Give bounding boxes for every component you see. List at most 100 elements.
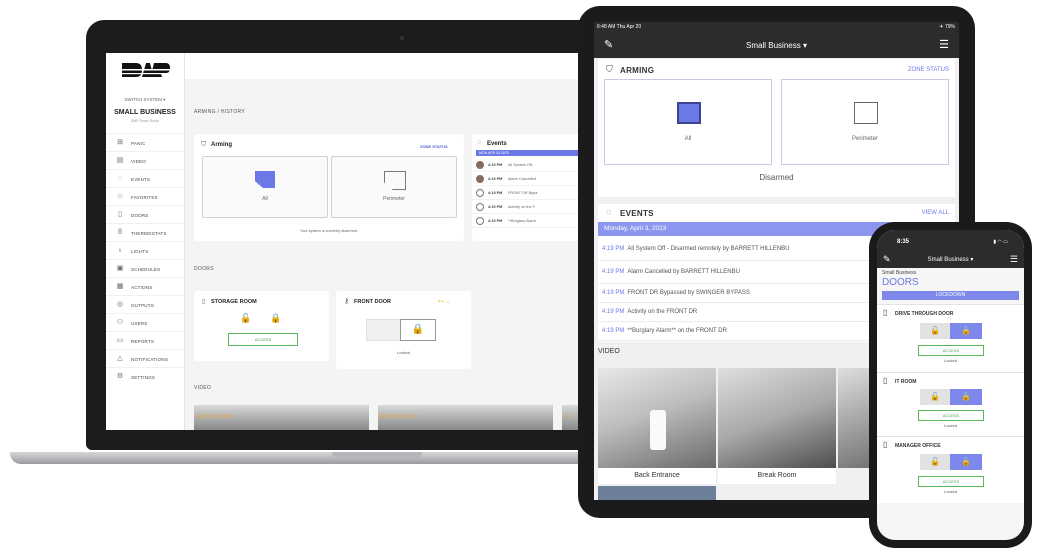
section-title-arming: ARMING / HISTORY [194, 109, 246, 115]
nav-item-users[interactable]: ⚇ USERS [106, 313, 184, 332]
nav-item-notifications[interactable]: △ NOTIFICATIONS [106, 349, 184, 368]
door-status: Locked [397, 350, 410, 355]
clock-icon [476, 188, 484, 197]
video-section-title: VIDEO [598, 348, 620, 355]
door-icon: ▯ [118, 211, 122, 218]
folder-icon: ▭ [116, 337, 124, 344]
avatar [476, 160, 484, 169]
door-title: IT ROOM [895, 379, 917, 385]
events-title: Events [487, 141, 507, 147]
arming-status: Disarmed [759, 173, 794, 182]
events-icon: ◌ [606, 207, 612, 217]
tile-label-all: All [262, 196, 268, 202]
arming-title: Arming [211, 142, 232, 148]
laptop-notch [332, 452, 422, 458]
camera-thumbnail[interactable] [598, 486, 716, 500]
phone-title[interactable]: Small Business ▾ [877, 256, 1024, 263]
zone-status-link[interactable]: ZONE STATUS [908, 67, 949, 73]
door-title: FRONT DOOR [354, 299, 391, 305]
door-status: Locked [944, 489, 957, 494]
view-all-link[interactable]: VIEW ALL [922, 210, 949, 216]
arm-perimeter-tile[interactable]: Perimeter [781, 79, 949, 165]
access-button[interactable]: ACCESS [918, 476, 984, 487]
zone-status-link[interactable]: ZONE STATUS [420, 144, 448, 149]
unlock-button[interactable] [366, 319, 402, 341]
video-thumbnail[interactable]: 6/20/23 14:59:13 [194, 405, 369, 430]
avatar [476, 174, 484, 183]
all-area-icon [255, 171, 275, 188]
unlock-icon[interactable]: 🔓 [240, 313, 251, 324]
nav-item-video[interactable]: ▤ VIDEO [106, 151, 184, 170]
nav-item-doors[interactable]: ▯ DOORS [106, 205, 184, 224]
door-card-drive-through: ▯ DRIVE THROUGH DOOR 🔓 🔒 ACCESS Locked [877, 304, 1024, 373]
tablet-status-bar: 6:48 AM Thu Apr 20 ✈ 79% [594, 22, 959, 34]
door-icon: ▯ [883, 376, 888, 385]
tablet-title[interactable]: Small Business ▾ [594, 41, 959, 50]
panic-icon: ⊞ [117, 139, 123, 146]
phone-screen: 8:35 ▮ ◠ ▭ ✎ Small Business ▾ ☰ Small Bu… [877, 230, 1024, 540]
nav-item-favorites[interactable]: ☆ FAVORITES [106, 187, 184, 206]
door-status: Locked [944, 423, 957, 428]
arming-title: ARMING [620, 66, 655, 75]
arm-all-tile[interactable]: All [604, 79, 772, 165]
door-icon: ▯ [883, 440, 888, 449]
gear-icon: ⚙ [116, 373, 124, 380]
camera-label: Back Entrance [598, 468, 716, 484]
dmp-logo [120, 59, 170, 81]
camera-break-room[interactable] [718, 368, 836, 468]
door-icon: ▯ [883, 308, 888, 317]
clock-icon [476, 216, 484, 225]
shield-icon: ⛉ [606, 64, 613, 74]
menu-icon[interactable]: ☰ [939, 38, 949, 51]
lock-button[interactable]: 🔒 [950, 454, 982, 470]
door-title: STORAGE ROOM [211, 299, 257, 305]
status-battery: ✈ 79% [939, 24, 955, 30]
arming-status-text: Your system is currently disarmed. [300, 229, 358, 233]
nav-item-events[interactable]: ◌ EVENTS [106, 169, 184, 188]
unlock-button[interactable]: 🔓 [920, 323, 950, 339]
sidebar: SWITCH SYSTEM ▾ SMALL BUSINESS DMP Demo … [106, 53, 185, 430]
unlock-button[interactable]: 🔓 [920, 389, 950, 405]
section-title-doors: DOORS [194, 266, 214, 272]
nav-item-lights[interactable]: ♁ LIGHTS [106, 241, 184, 260]
nav-item-schedules[interactable]: ▣ SCHEDULES [106, 259, 184, 278]
tile-label-all: All [684, 136, 692, 142]
arm-all-tile[interactable]: All [202, 156, 328, 218]
perimeter-area-icon [384, 171, 406, 190]
star-icon: ☆ [116, 193, 124, 200]
switch-system-button[interactable]: SWITCH SYSTEM ▾ [106, 97, 184, 103]
lock-button[interactable]: 🔒 [950, 323, 982, 339]
phone-subtitle: Small Business [882, 270, 917, 276]
events-icon: ◌ [477, 139, 482, 146]
perimeter-area-icon [854, 102, 878, 124]
door-card-storage-room: ▯ STORAGE ROOM 🔓 🔒 ACCESS [194, 291, 329, 361]
nav-item-settings[interactable]: ⚙ SETTINGS [106, 367, 184, 386]
nav-item-actions[interactable]: ▦ ACTIONS [106, 277, 184, 296]
nav-item-panic[interactable]: ⊞ PANIC [106, 133, 184, 152]
lockdown-button[interactable]: LOCKDOWN [882, 291, 1019, 300]
laptop-camera [400, 36, 404, 40]
events-title: EVENTS [620, 209, 654, 218]
access-button[interactable]: ACCESS [918, 345, 984, 356]
favorite-toggle-icon[interactable]: ⊷ ⌄ [438, 298, 451, 305]
arming-card: ⛉ Arming ZONE STATUS All Perimeter Your … [194, 134, 464, 241]
video-timestamp: 6/ [564, 414, 569, 420]
lock-button[interactable]: 🔒 [400, 319, 436, 341]
door-card-manager-office: ▯ MANAGER OFFICE 🔓 🔒 ACCESS Locked [877, 436, 1024, 503]
access-button[interactable]: ACCESS [918, 410, 984, 421]
light-icon: ♁ [117, 247, 123, 254]
arm-perimeter-tile[interactable]: Perimeter [331, 156, 457, 218]
nav-item-thermostats[interactable]: ȣ THERMOSTATS [106, 223, 184, 242]
video-thumbnail[interactable]: 6/20/23 14:59:13 [378, 405, 553, 430]
access-button[interactable]: ACCESS [228, 333, 298, 346]
nav-item-reports[interactable]: ▭ REPORTS [106, 331, 184, 350]
clock-icon [476, 202, 484, 211]
tablet-header: ✎ Small Business ▾ ☰ [594, 34, 959, 58]
door-title: DRIVE THROUGH DOOR [895, 311, 954, 317]
lock-icon[interactable]: 🔒 [270, 313, 281, 324]
menu-icon[interactable]: ☰ [1010, 254, 1018, 265]
unlock-button[interactable]: 🔓 [920, 454, 950, 470]
camera-back-entrance[interactable] [598, 368, 716, 468]
lock-button[interactable]: 🔒 [950, 389, 982, 405]
nav-item-outputs[interactable]: ◎ OUTPUTS [106, 295, 184, 314]
